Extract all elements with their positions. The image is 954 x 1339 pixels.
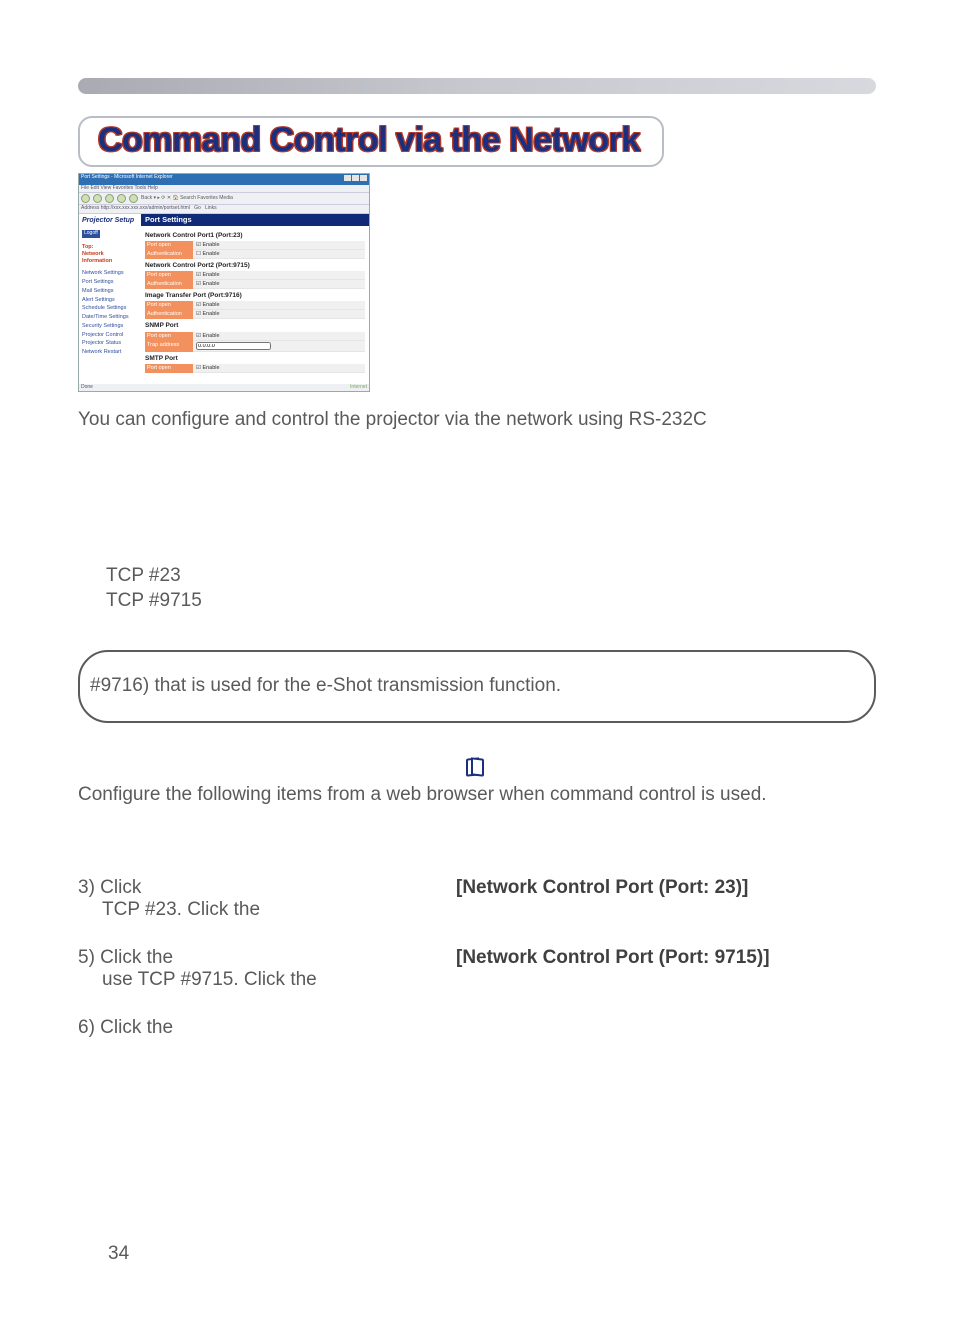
settings-row: Port open☑ Enable [145, 364, 365, 373]
row-label: Authentication [145, 250, 193, 259]
step-6-label: 6) Click the [78, 1017, 173, 1038]
nav-item: Projector Status [82, 339, 138, 348]
section-title: SMTP Port [145, 355, 365, 362]
port-line-1: TCP #23 [106, 563, 876, 589]
page-number: 34 [108, 1243, 129, 1265]
browser-addressbar: Address http://xxx.xxx.xxx.xxx/admin/por… [79, 205, 369, 214]
section-heading-bubble: Command Control via the Network [78, 116, 664, 167]
section-title: SNMP Port [145, 322, 365, 329]
browser-statusbar: Done Internet [79, 384, 369, 392]
row-value: ☑ Enable [193, 332, 365, 341]
step-5-label: 5) Click the [78, 947, 173, 968]
steps: 3) Click [Network Control Port (Port: 23… [78, 877, 876, 1039]
row-value: ☑ Enable [193, 310, 365, 319]
row-label: Authentication [145, 280, 193, 289]
trap-address-input [196, 342, 271, 350]
nav-item: Alert Settings [82, 296, 138, 305]
row-value: ☐ Enable [193, 250, 365, 259]
row-value: ☑ Enable [193, 280, 365, 289]
nav-item: Security Settings [82, 322, 138, 331]
settings-sections: Network Control Port1 (Port:23) Port open… [141, 226, 369, 377]
address-value: http://xxx.xxx.xxx.xxx/admin/portset.htm… [101, 205, 190, 211]
row-label: Port open [145, 332, 193, 341]
row-label: Port open [145, 301, 193, 310]
configure-line: Configure the following items from a web… [78, 783, 876, 808]
nav-top: Top: [82, 244, 138, 251]
book-icon-holder [78, 757, 876, 775]
row-value: ☑ Enable [193, 301, 365, 310]
status-left: Done [81, 385, 93, 391]
settings-row: Port open☑ Enable [145, 241, 365, 250]
right-settings-panel: Port Settings Network Control Port1 (Por… [141, 214, 369, 384]
window-buttons [343, 175, 367, 184]
row-value: ☑ Enable [193, 241, 365, 250]
step-5-tcp: use TCP #9715. Click the [78, 969, 456, 991]
settings-row: Authentication☑ Enable [145, 310, 365, 319]
forward-icon [93, 194, 102, 203]
header-rule [78, 78, 876, 94]
status-right: Internet [350, 385, 367, 391]
row-label: Port open [145, 364, 193, 373]
note-callout: #9716) that is used for the e-Shot trans… [78, 650, 876, 723]
row-value: ☑ Enable [193, 271, 365, 280]
left-nav-panel: Projector Setup Logoff Top: Network Info… [79, 214, 141, 384]
nav-item: Network Settings [82, 269, 138, 278]
row-label: Trap address [145, 341, 193, 352]
row-value: ☑ Enable [193, 364, 365, 373]
nav-item: Projector Control [82, 331, 138, 340]
row-label: Port open [145, 271, 193, 280]
nav-links: Network SettingsPort SettingsMail Settin… [82, 269, 138, 357]
step-3-bold: [Network Control Port (Port: 23)] [456, 877, 876, 899]
page: Command Control via the Network Port Set… [0, 0, 954, 1339]
settings-row: Trap address [145, 341, 365, 352]
nav-information: Information [82, 258, 138, 265]
nav-item: Network Restart [82, 348, 138, 357]
browser-toolbar: Back ▾ ▸ ⟳ ✕ 🏠 Search Favorites Media [79, 192, 369, 205]
port-line-2: TCP #9715 [106, 588, 876, 614]
projector-setup-title: Projector Setup [82, 217, 138, 225]
links-label: Links [205, 205, 217, 211]
step-3-label: 3) Click [78, 877, 141, 898]
logoff-button: Logoff [82, 230, 100, 238]
book-icon [466, 758, 484, 772]
embedded-browser-screenshot: Port Settings - Microsoft Internet Explo… [78, 173, 370, 392]
callout-text: #9716) that is used for the e-Shot trans… [90, 675, 561, 696]
nav-item: Port Settings [82, 278, 138, 287]
home-icon [129, 194, 138, 203]
intro-paragraph: You can configure and control the projec… [78, 408, 876, 433]
nav-network: Network [82, 251, 138, 258]
section-title: Network Control Port2 (Port:9715) [145, 262, 365, 269]
browser-menubar: File Edit View Favorites Tools Help [79, 185, 369, 193]
window-titlebar: Port Settings - Microsoft Internet Explo… [79, 174, 369, 185]
section-title: Network Control Port1 (Port:23) [145, 232, 365, 239]
nav-item: Date/Time Settings [82, 313, 138, 322]
panel-header: Port Settings [141, 214, 369, 226]
settings-row: Port open☑ Enable [145, 271, 365, 280]
ports-block: TCP #23 TCP #9715 [106, 563, 876, 614]
section-heading: Command Control via the Network [98, 121, 640, 159]
section-title: Image Transfer Port (Port:9716) [145, 292, 365, 299]
go-label: Go [194, 205, 201, 211]
window-title: Port Settings - Microsoft Internet Explo… [81, 175, 173, 184]
toolbar-text: Back ▾ ▸ ⟳ ✕ 🏠 Search Favorites Media [141, 196, 233, 202]
nav-item: Mail Settings [82, 287, 138, 296]
address-label: Address [81, 205, 99, 211]
settings-row: Port open☑ Enable [145, 332, 365, 341]
row-value [193, 341, 365, 352]
step-5-bold: [Network Control Port (Port: 9715)] [456, 947, 876, 969]
step-3-tcp: TCP #23. Click the [78, 899, 456, 921]
row-label: Authentication [145, 310, 193, 319]
stop-icon [105, 194, 114, 203]
settings-row: Port open☑ Enable [145, 301, 365, 310]
back-icon [81, 194, 90, 203]
refresh-icon [117, 194, 126, 203]
browser-content: Projector Setup Logoff Top: Network Info… [79, 214, 369, 384]
row-label: Port open [145, 241, 193, 250]
settings-row: Authentication☑ Enable [145, 280, 365, 289]
settings-row: Authentication☐ Enable [145, 250, 365, 259]
nav-item: Schedule Settings [82, 304, 138, 313]
